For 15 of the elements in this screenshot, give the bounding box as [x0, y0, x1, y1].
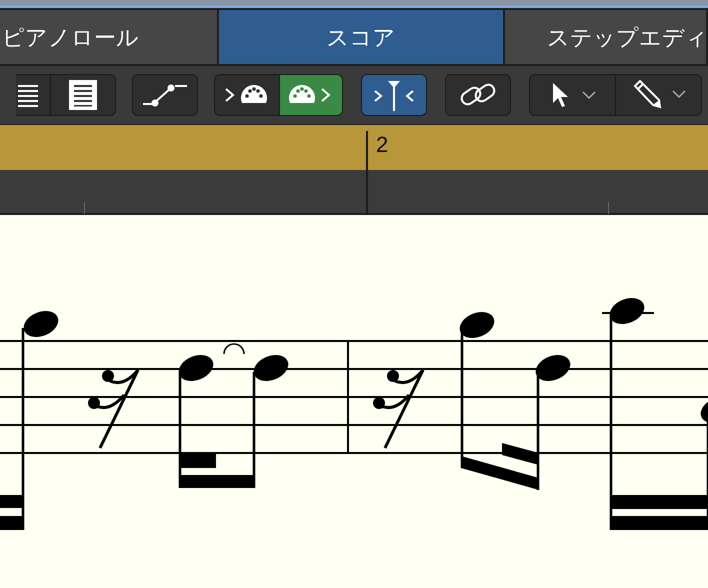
midi-in-button[interactable] — [214, 74, 279, 116]
page-icon — [68, 79, 98, 111]
curve-button[interactable] — [132, 74, 198, 116]
automation-curve-icon — [143, 82, 187, 108]
pointer-button[interactable] — [529, 74, 615, 116]
lines-icon — [18, 83, 40, 107]
pencil-button[interactable] — [615, 74, 702, 116]
tab[interactable]: スコア — [219, 10, 505, 64]
catch-icon — [373, 79, 415, 111]
page-button[interactable] — [51, 74, 116, 116]
bar-number: 2 — [376, 131, 388, 159]
link-button[interactable] — [445, 74, 511, 116]
lines-button[interactable] — [16, 74, 51, 116]
midi-out-button[interactable] — [279, 74, 343, 116]
catch-button[interactable] — [361, 74, 427, 116]
